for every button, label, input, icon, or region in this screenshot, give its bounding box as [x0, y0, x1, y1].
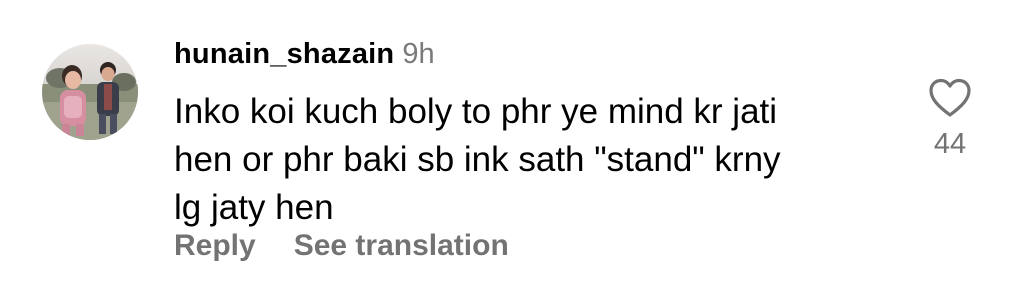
avatar-photo [42, 44, 138, 140]
comment-timestamp: 9h [402, 38, 435, 70]
comment-actions: Reply See translation [174, 229, 547, 269]
comment-header: hunain_shazain 9h [174, 38, 435, 74]
comment-text-line: hen or phr baki sb ink sath "stand" krny [174, 140, 781, 179]
heart-outline-icon[interactable] [928, 78, 972, 118]
comment-text-line: lg jaty hen [174, 188, 334, 227]
like-count: 44 [933, 128, 967, 160]
comment-text-line: Inko koi kuch boly to phr ye mind kr jat… [174, 92, 778, 131]
comment-item: hunain_shazain 9h Inko koi kuch boly to p… [0, 0, 1024, 289]
username-link[interactable]: hunain_shazain [174, 38, 394, 70]
avatar[interactable] [42, 44, 138, 140]
reply-button[interactable]: Reply [174, 229, 256, 263]
comment-body: Inko koi kuch boly to phr ye mind kr jat… [174, 88, 874, 232]
like-control: 44 [924, 78, 976, 161]
see-translation-button[interactable]: See translation [294, 229, 509, 263]
